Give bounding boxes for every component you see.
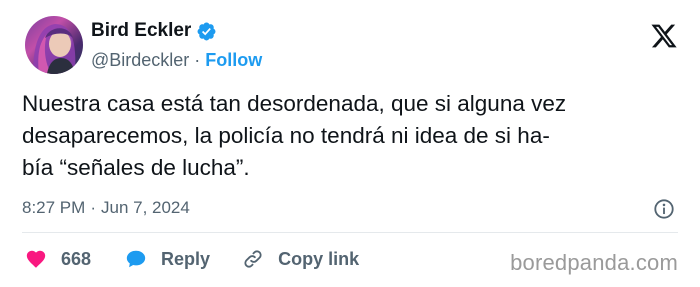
- tweet-text-line: desaparecemos, la policía no tendrá ni i…: [22, 123, 550, 148]
- author-handle-row: @Birdeckler · Follow: [91, 50, 262, 71]
- reply-label: Reply: [161, 248, 211, 269]
- watermark: boredpanda.com: [510, 250, 678, 275]
- avatar-image: [33, 24, 76, 74]
- separator-dot: ·: [194, 50, 201, 70]
- tweet-text: Nuestra casa está tan desordenada, que s…: [22, 88, 687, 184]
- tweet-date: Jun 7, 2024: [100, 198, 190, 217]
- tweet-text-line: Nuestra casa está tan desordenada, que s…: [22, 91, 567, 116]
- avatar[interactable]: [25, 16, 83, 74]
- reply-button[interactable]: Reply: [125, 248, 210, 270]
- like-button[interactable]: 668: [25, 248, 91, 270]
- separator-dot: ·: [90, 198, 96, 217]
- author-name-row: Bird Eckler: [91, 20, 217, 42]
- copy-link-button[interactable]: Copy link: [242, 248, 359, 270]
- tweet-text-line: bía “señales de lucha”.: [22, 155, 250, 180]
- link-icon: [244, 250, 262, 268]
- speech-bubble-icon: [126, 250, 146, 268]
- x-logo-icon[interactable]: [650, 22, 678, 50]
- heart-icon: [26, 250, 46, 268]
- follow-button[interactable]: Follow: [205, 50, 262, 71]
- action-bar: 668 Reply Copy link: [25, 248, 359, 270]
- tweet-time: 8:27 PM: [22, 198, 86, 217]
- copy-link-label: Copy link: [278, 248, 360, 269]
- tweet-timestamp[interactable]: 8:27 PM · Jun 7, 2024: [22, 198, 190, 218]
- info-icon[interactable]: [653, 198, 675, 220]
- verified-badge-icon: [197, 22, 216, 40]
- author-handle[interactable]: @Birdeckler: [91, 50, 189, 71]
- like-count: 668: [61, 248, 92, 269]
- author-name[interactable]: Bird Eckler: [91, 20, 191, 42]
- divider: [22, 232, 678, 233]
